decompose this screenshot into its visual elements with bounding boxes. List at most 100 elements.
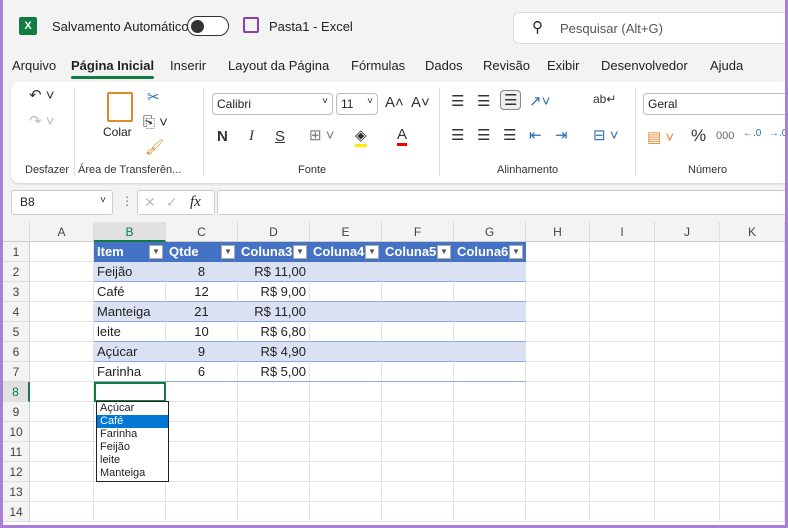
cell-A5[interactable] [30,322,94,342]
cell-A3[interactable] [30,282,94,302]
align-bottom-icon[interactable]: ☰ [500,90,522,110]
increase-decimal-icon[interactable]: ←.0 [743,128,761,139]
cell-G7[interactable] [454,362,526,382]
cell-K13[interactable] [720,482,785,502]
cell-H2[interactable] [526,262,590,282]
column-header-I[interactable]: I [590,222,655,242]
row-header-7[interactable]: 7 [3,362,30,382]
cell-E4[interactable] [310,302,382,322]
cell-I9[interactable] [590,402,655,422]
cell-E10[interactable] [310,422,382,442]
autosave-toggle[interactable] [187,16,229,36]
column-header-D[interactable]: D [238,222,310,242]
row-header-12[interactable]: 12 [3,462,30,482]
thousands-button[interactable]: 000 [716,130,734,142]
font-color-icon[interactable]: A [397,126,408,146]
cell-C4[interactable]: 21 [166,302,238,322]
cell-J7[interactable] [655,362,720,382]
wrap-text-icon[interactable]: ab↵ [593,92,616,106]
cell-I3[interactable] [590,282,655,302]
formula-input[interactable] [217,190,785,215]
cell-B7[interactable]: Farinha [94,362,166,382]
align-left-icon[interactable]: ☰ [451,126,464,144]
cell-F13[interactable] [382,482,454,502]
cell-E7[interactable] [310,362,382,382]
column-header-G[interactable]: G [454,222,526,242]
cell-C3[interactable]: 12 [166,282,238,302]
cell-G2[interactable] [454,262,526,282]
cell-G1[interactable]: Coluna6 ▼ [454,242,526,262]
cell-D14[interactable] [238,502,310,522]
cell-C11[interactable] [166,442,238,462]
cell-H5[interactable] [526,322,590,342]
cell-E8[interactable] [310,382,382,402]
cell-B1[interactable]: Item ▼ [94,242,166,262]
row-header-3[interactable]: 3 [3,282,30,302]
cell-C12[interactable] [166,462,238,482]
cell-A11[interactable] [30,442,94,462]
align-right-icon[interactable]: ☰ [503,126,516,144]
cell-E1[interactable]: Coluna4 ▼ [310,242,382,262]
enter-icon[interactable]: ✓ [166,194,178,211]
cell-J1[interactable] [655,242,720,262]
cell-H4[interactable] [526,302,590,322]
cell-K5[interactable] [720,322,785,342]
cell-H10[interactable] [526,422,590,442]
cell-H14[interactable] [526,502,590,522]
cell-J14[interactable] [655,502,720,522]
cell-H7[interactable] [526,362,590,382]
cell-E3[interactable] [310,282,382,302]
filter-dropdown-icon[interactable]: ▼ [221,245,235,259]
tab-f-rmulas[interactable]: Fórmulas [351,58,405,73]
data-validation-dropdown[interactable]: Açúcar Café Farinha Feijão leite Manteiga [96,401,169,482]
tab-p-gina-inicial[interactable]: Página Inicial [71,58,155,79]
cell-C7[interactable]: 6 [166,362,238,382]
cell-J4[interactable] [655,302,720,322]
cell-K11[interactable] [720,442,785,462]
cell-F8[interactable] [382,382,454,402]
cut-icon[interactable]: ✂ [147,88,160,106]
cell-B6[interactable]: Açúcar [94,342,166,362]
tab-dados[interactable]: Dados [425,58,463,73]
paste-icon[interactable] [107,92,133,122]
filter-dropdown-icon[interactable]: ▼ [509,245,523,259]
cell-A6[interactable] [30,342,94,362]
cell-I11[interactable] [590,442,655,462]
cell-F11[interactable] [382,442,454,462]
cell-K9[interactable] [720,402,785,422]
cell-K6[interactable] [720,342,785,362]
cell-E11[interactable] [310,442,382,462]
cell-K2[interactable] [720,262,785,282]
dropdown-option[interactable]: Feijão [97,441,168,454]
cell-C14[interactable] [166,502,238,522]
filter-dropdown-icon[interactable]: ▼ [437,245,451,259]
cell-I13[interactable] [590,482,655,502]
dropdown-option[interactable]: Café [97,415,168,428]
underline-button[interactable]: S [275,128,285,145]
cell-G11[interactable] [454,442,526,462]
column-header-B[interactable]: B [94,222,166,242]
cell-E14[interactable] [310,502,382,522]
row-header-10[interactable]: 10 [3,422,30,442]
cell-D11[interactable] [238,442,310,462]
cell-J6[interactable] [655,342,720,362]
merge-center-icon[interactable]: ⊟ ˅ [593,126,619,144]
cell-C5[interactable]: 10 [166,322,238,342]
cell-A12[interactable] [30,462,94,482]
cell-E13[interactable] [310,482,382,502]
cell-I1[interactable] [590,242,655,262]
align-center-icon[interactable]: ☰ [477,126,490,144]
name-box[interactable]: B8 ˅ [11,190,113,215]
dropdown-option[interactable]: Manteiga [97,467,168,480]
column-header-K[interactable]: K [720,222,785,242]
cell-E9[interactable] [310,402,382,422]
cell-G5[interactable] [454,322,526,342]
borders-icon[interactable]: ⊞ ˅ [309,126,335,144]
cell-H9[interactable] [526,402,590,422]
bold-button[interactable]: N [217,128,228,145]
row-header-6[interactable]: 6 [3,342,30,362]
cell-G9[interactable] [454,402,526,422]
cell-C13[interactable] [166,482,238,502]
dropdown-option[interactable]: leite [97,454,168,467]
decrease-font-icon[interactable]: A˅ [411,94,430,111]
